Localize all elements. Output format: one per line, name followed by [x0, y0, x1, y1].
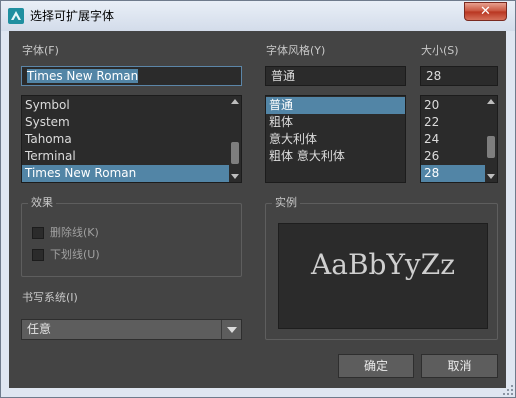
font-input[interactable]: Times New Roman [21, 66, 242, 86]
script-dropdown-value: 任意 [27, 322, 52, 336]
font-list-item[interactable]: Tahoma [22, 131, 241, 148]
scroll-up-arrow-icon[interactable] [487, 99, 495, 104]
size-input-value: 28 [426, 69, 442, 83]
close-button[interactable]: ✕ [464, 2, 507, 21]
size-input[interactable]: 28 [420, 66, 498, 86]
effects-group: 效果 删除线(K) 下划线(U) [21, 196, 242, 277]
ok-button[interactable]: 确定 [338, 354, 414, 378]
font-list-item[interactable]: Symbol [22, 97, 241, 114]
font-input-value: Times New Roman [27, 69, 139, 83]
scroll-thumb[interactable] [487, 136, 495, 158]
resize-grip-icon[interactable] [503, 385, 514, 396]
font-list-scrollbar[interactable] [229, 96, 241, 182]
underline-checkbox[interactable] [32, 249, 44, 261]
window-title: 选择可扩展字体 [30, 9, 115, 23]
style-list-item[interactable]: 意大利体 [266, 131, 405, 148]
scroll-down-arrow-icon[interactable] [487, 174, 495, 179]
style-list-item[interactable]: 粗体 [266, 114, 405, 131]
font-list[interactable]: Symbol System Tahoma Terminal Times New … [21, 95, 242, 183]
size-label: 大小(S) [421, 44, 459, 57]
scroll-thumb[interactable] [231, 142, 239, 164]
sample-text: AaBbYyZz [311, 248, 455, 281]
dialog-body: 字体(F) Times New Roman Symbol System Taho… [9, 31, 506, 388]
chevron-down-icon[interactable] [221, 320, 241, 339]
scroll-up-arrow-icon[interactable] [231, 99, 239, 104]
sample-group: 实例 AaBbYyZz [265, 196, 498, 340]
sample-preview: AaBbYyZz [278, 223, 488, 329]
font-label: 字体(F) [22, 44, 59, 57]
style-input[interactable]: 普通 [265, 66, 406, 86]
strikeout-label: 删除线(K) [50, 226, 99, 239]
font-dialog: 选择可扩展字体 ✕ 字体(F) Times New Roman Symbol S… [0, 0, 516, 398]
effects-group-label: 效果 [28, 196, 56, 210]
app-logo-icon [8, 8, 24, 24]
style-list-item-selected[interactable]: 普通 [266, 97, 405, 114]
title-bar[interactable]: 选择可扩展字体 ✕ [1, 1, 515, 31]
close-icon: ✕ [480, 4, 491, 19]
style-input-value: 普通 [271, 69, 296, 83]
underline-option[interactable]: 下划线(U) [32, 247, 152, 263]
size-list-scrollbar[interactable] [485, 96, 497, 182]
script-dropdown[interactable]: 任意 [21, 319, 242, 340]
size-list[interactable]: 20 22 24 26 28 [420, 95, 498, 183]
font-list-item-selected[interactable]: Times New Roman [22, 165, 241, 182]
font-list-item[interactable]: System [22, 114, 241, 131]
script-label: 书写系统(I) [22, 291, 78, 304]
size-list-item-selected[interactable]: 28 [421, 165, 485, 182]
strikeout-option[interactable]: 删除线(K) [32, 225, 152, 241]
strikeout-checkbox[interactable] [32, 227, 44, 239]
scroll-down-arrow-icon[interactable] [231, 174, 239, 179]
cancel-button[interactable]: 取消 [421, 354, 498, 378]
underline-label: 下划线(U) [50, 248, 100, 261]
style-list-item[interactable]: 粗体 意大利体 [266, 148, 405, 165]
style-label: 字体风格(Y) [266, 44, 326, 57]
style-list[interactable]: 普通 粗体 意大利体 粗体 意大利体 [265, 95, 406, 183]
font-list-item[interactable]: Terminal [22, 148, 241, 165]
sample-group-label: 实例 [272, 196, 300, 210]
